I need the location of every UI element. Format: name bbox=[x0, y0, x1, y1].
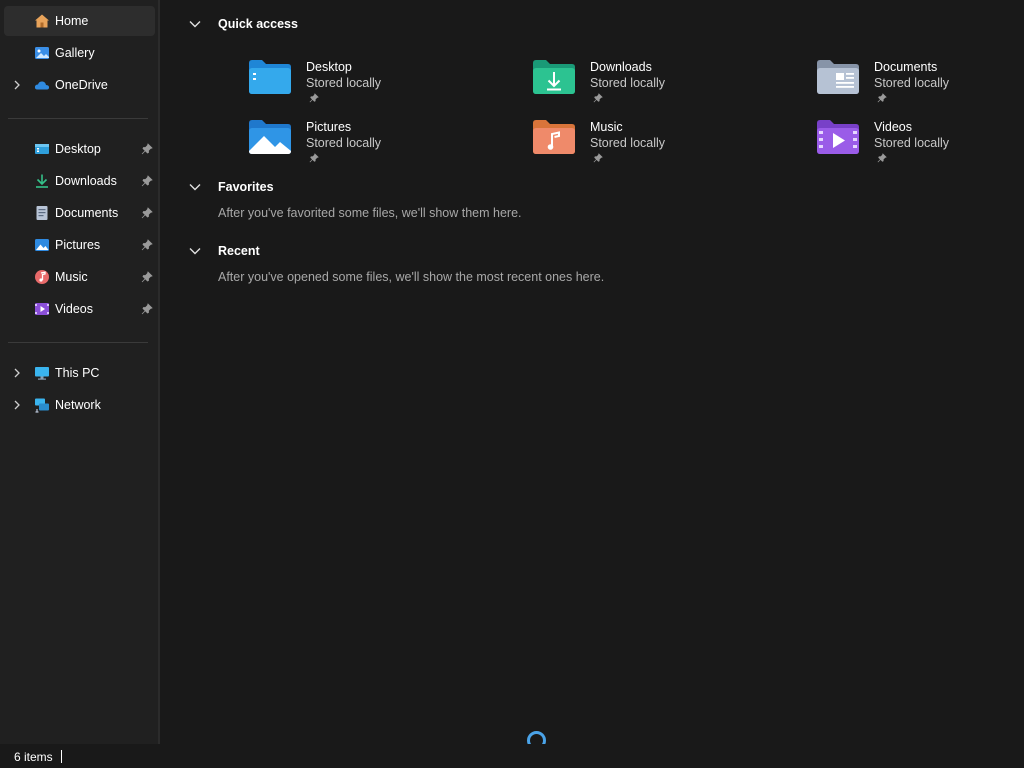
chevron-right-icon[interactable] bbox=[11, 367, 23, 379]
pin-icon[interactable] bbox=[141, 143, 153, 155]
item-name: Desktop bbox=[306, 60, 352, 74]
documents-folder-icon bbox=[817, 60, 859, 94]
item-name: Documents bbox=[874, 60, 938, 74]
sidebar-item-this-pc[interactable]: This PC bbox=[4, 358, 155, 388]
sidebar-item-desktop[interactable]: Desktop bbox=[4, 134, 155, 164]
desktop-folder-icon bbox=[35, 144, 49, 154]
recent-header[interactable]: Recent bbox=[188, 241, 260, 261]
section-title: Recent bbox=[218, 244, 260, 258]
status-separator bbox=[61, 750, 62, 763]
sidebar-item-gallery[interactable]: Gallery bbox=[4, 38, 155, 68]
quick-access-header[interactable]: Quick access bbox=[188, 14, 298, 34]
navigation-pane: Home Gallery OneDrive Desktop Downloads … bbox=[0, 0, 158, 744]
network-icon bbox=[35, 398, 49, 413]
section-title: Favorites bbox=[218, 180, 274, 194]
sidebar-item-label: Gallery bbox=[55, 46, 95, 60]
item-name: Downloads bbox=[590, 60, 652, 74]
sidebar-item-label: Music bbox=[55, 270, 88, 284]
status-bar: 6 items bbox=[0, 744, 1024, 768]
item-status: Stored locally bbox=[306, 136, 382, 150]
item-status: Stored locally bbox=[874, 76, 950, 90]
sidebar-item-label: Home bbox=[55, 14, 89, 28]
chevron-right-icon[interactable] bbox=[11, 79, 23, 91]
pin-icon[interactable] bbox=[141, 175, 153, 187]
chevron-down-icon[interactable] bbox=[188, 180, 202, 194]
item-status: Stored locally bbox=[590, 136, 666, 150]
pin-icon bbox=[877, 93, 887, 103]
gallery-icon bbox=[35, 47, 49, 59]
chevron-down-icon[interactable] bbox=[188, 244, 202, 258]
item-name: Videos bbox=[874, 120, 912, 134]
quick-access-item-desktop[interactable]: Desktop Stored locally bbox=[248, 59, 508, 115]
sidebar-item-music[interactable]: Music bbox=[4, 262, 155, 292]
music-folder-icon bbox=[533, 120, 575, 154]
downloads-icon bbox=[36, 174, 48, 188]
music-icon bbox=[35, 270, 49, 284]
quick-access-item-pictures[interactable]: Pictures Stored locally bbox=[248, 119, 508, 175]
pictures-folder-icon bbox=[249, 120, 291, 154]
pin-icon[interactable] bbox=[141, 303, 153, 315]
pane-divider[interactable] bbox=[158, 0, 160, 744]
pin-icon bbox=[593, 93, 603, 103]
pin-icon bbox=[309, 93, 319, 103]
pin-icon[interactable] bbox=[141, 239, 153, 251]
onedrive-icon bbox=[34, 81, 50, 90]
sidebar-item-label: Network bbox=[55, 398, 101, 412]
home-icon bbox=[35, 14, 49, 28]
sidebar-item-label: Downloads bbox=[55, 174, 117, 188]
chevron-down-icon[interactable] bbox=[188, 17, 202, 31]
quick-access-item-videos[interactable]: Videos Stored locally bbox=[816, 119, 1024, 175]
sidebar-item-home[interactable]: Home bbox=[4, 6, 155, 36]
item-count: 6 items bbox=[14, 750, 53, 764]
sidebar-item-label: Documents bbox=[55, 206, 119, 220]
quick-access-item-music[interactable]: Music Stored locally bbox=[532, 119, 792, 175]
favorites-empty-message: After you've favorited some files, we'll… bbox=[218, 206, 522, 220]
videos-folder-icon bbox=[817, 120, 859, 154]
quick-access-item-documents[interactable]: Documents Stored locally bbox=[816, 59, 1024, 115]
sidebar-item-videos[interactable]: Videos bbox=[4, 294, 155, 324]
item-name: Music bbox=[590, 120, 623, 134]
recent-empty-message: After you've opened some files, we'll sh… bbox=[218, 270, 605, 284]
this-pc-icon bbox=[35, 367, 49, 380]
sidebar-item-pictures[interactable]: Pictures bbox=[4, 230, 155, 260]
downloads-folder-icon bbox=[533, 60, 575, 94]
item-status: Stored locally bbox=[306, 76, 382, 90]
desktop-folder-icon bbox=[249, 60, 291, 94]
quick-access-item-downloads[interactable]: Downloads Stored locally bbox=[532, 59, 792, 115]
item-name: Pictures bbox=[306, 120, 352, 134]
pin-icon[interactable] bbox=[141, 207, 153, 219]
documents-icon bbox=[36, 206, 48, 220]
sidebar-separator bbox=[8, 118, 148, 119]
sidebar-item-onedrive[interactable]: OneDrive bbox=[4, 70, 155, 100]
item-status: Stored locally bbox=[874, 136, 950, 150]
pin-icon bbox=[593, 153, 603, 163]
pin-icon[interactable] bbox=[141, 271, 153, 283]
chevron-right-icon[interactable] bbox=[11, 399, 23, 411]
pin-icon bbox=[877, 153, 887, 163]
sidebar-item-label: This PC bbox=[55, 366, 100, 380]
sidebar-item-downloads[interactable]: Downloads bbox=[4, 166, 155, 196]
item-status: Stored locally bbox=[590, 76, 666, 90]
sidebar-item-label: Desktop bbox=[55, 142, 101, 156]
sidebar-item-label: Pictures bbox=[55, 238, 101, 252]
pin-icon bbox=[309, 153, 319, 163]
section-title: Quick access bbox=[218, 17, 298, 31]
sidebar-item-label: Videos bbox=[55, 302, 93, 316]
sidebar-item-network[interactable]: Network bbox=[4, 390, 155, 420]
sidebar-separator bbox=[8, 342, 148, 343]
sidebar-item-documents[interactable]: Documents bbox=[4, 198, 155, 228]
pictures-icon bbox=[35, 239, 49, 251]
videos-icon bbox=[35, 303, 49, 315]
sidebar-item-label: OneDrive bbox=[55, 78, 108, 92]
favorites-header[interactable]: Favorites bbox=[188, 177, 274, 197]
